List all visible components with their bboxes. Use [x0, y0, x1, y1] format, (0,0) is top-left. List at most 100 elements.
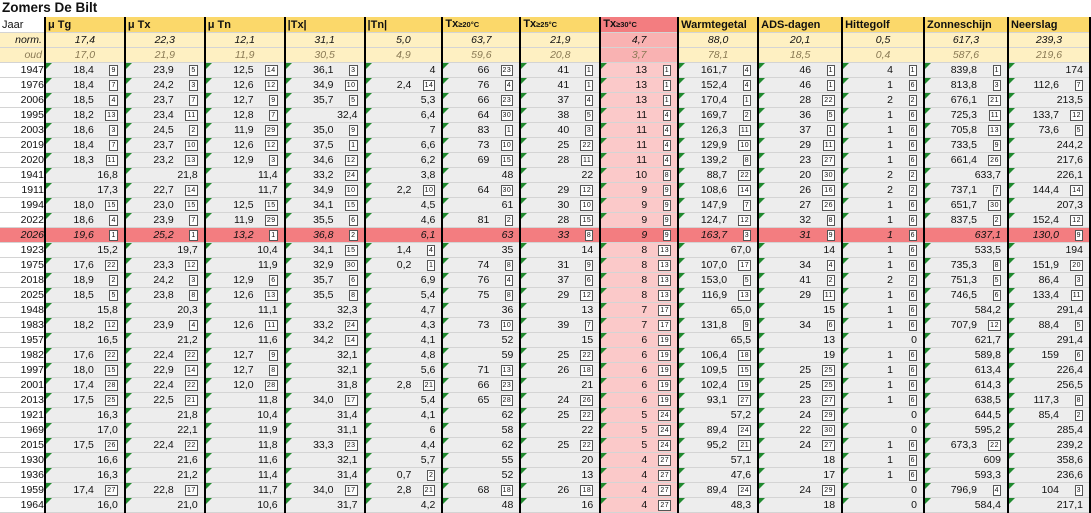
year-cell[interactable]: 1982 [0, 347, 46, 363]
neerslag-cell[interactable]: 239,2 [1007, 437, 1091, 453]
max-tx-cell[interactable]: 35,0 9 [284, 122, 366, 138]
warmtegetal-cell[interactable]: 153,0 5 [678, 272, 760, 288]
hittegolf-cell[interactable]: 22 [842, 167, 925, 183]
warmtegetal-cell[interactable]: 126,3 11 [678, 122, 760, 138]
tx30-cell[interactable]: 6 19 [600, 332, 680, 348]
year-cell[interactable]: 1930 [0, 452, 46, 468]
mean-tn-cell[interactable]: 11,4 [204, 467, 286, 483]
tx20-cell[interactable]: 36 [442, 302, 522, 318]
mean-tg-cell[interactable]: 16,3 [44, 407, 126, 423]
year-cell[interactable]: 2025 [0, 287, 46, 303]
warmtegetal-cell[interactable]: 124,7 12 [678, 212, 760, 228]
hittegolf-cell[interactable]: 16 [842, 317, 925, 333]
hittegolf-cell[interactable]: 0 [842, 407, 925, 423]
ads-dagen-cell[interactable]: 36 5 [758, 107, 844, 123]
tx25-cell[interactable]: 25 22 [520, 347, 602, 363]
ads-dagen-cell[interactable]: 32 8 [758, 212, 844, 228]
max-tx-cell[interactable]: 34,1 15 [284, 197, 366, 213]
mean-tg-cell[interactable]: 17,6 22 [44, 347, 126, 363]
neerslag-cell[interactable]: 226,1 [1007, 167, 1091, 183]
mean-tn-cell[interactable]: 11,9 [204, 422, 286, 438]
tx30-cell[interactable]: 6 19 [600, 362, 680, 378]
max-tx-cell[interactable]: 32,9 30 [284, 257, 366, 273]
header-tx20[interactable]: Tx≥20°C [442, 17, 522, 33]
min-tn-cell[interactable]: 5,3 [364, 92, 444, 108]
min-tn-cell[interactable]: 2,2 10 [364, 182, 444, 198]
mean-tn-cell[interactable]: 12,9 3 [204, 152, 286, 168]
max-tx-cell[interactable]: 34,0 17 [284, 482, 366, 498]
hittegolf-cell[interactable]: 41 [842, 62, 925, 78]
year-cell[interactable]: 2015 [0, 437, 46, 453]
min-tn-cell[interactable]: 5,4 [364, 392, 444, 408]
min-tn-cell[interactable]: 4,7 [364, 302, 444, 318]
tx30-cell[interactable]: 4 27 [600, 482, 680, 498]
tx20-cell[interactable]: 61 [442, 197, 522, 213]
tx30-cell[interactable]: 8 13 [600, 257, 680, 273]
tx20-cell[interactable]: 83 1 [442, 122, 522, 138]
mean-tg-cell[interactable]: 17,4 27 [44, 482, 126, 498]
neerslag-cell[interactable]: 159 6 [1007, 347, 1091, 363]
max-tx-cell[interactable]: 35,7 5 [284, 92, 366, 108]
mean-tn-cell[interactable]: 11,9 29 [204, 122, 286, 138]
tx25-cell[interactable]: 22 [520, 167, 602, 183]
tx20-cell[interactable]: 63,7 [442, 32, 522, 48]
min-tn-cell[interactable]: 1,4 4 [364, 242, 444, 258]
max-tx-cell[interactable]: 33,2 24 [284, 317, 366, 333]
tx25-cell[interactable]: 28 15 [520, 212, 602, 228]
mean-tx-cell[interactable]: 21,2 [124, 332, 206, 348]
neerslag-cell[interactable]: 133,7 12 [1007, 107, 1091, 123]
min-tn-cell[interactable]: 4,2 [364, 497, 444, 513]
year-cell[interactable]: 1948 [0, 302, 46, 318]
mean-tx-cell[interactable]: 22,1 [124, 422, 206, 438]
neerslag-cell[interactable]: 291,4 [1007, 332, 1091, 348]
year-cell[interactable]: 2018 [0, 272, 46, 288]
tx30-cell[interactable]: 13 1 [600, 77, 680, 93]
year-cell[interactable]: 1995 [0, 107, 46, 123]
hittegolf-cell[interactable]: 0 [842, 422, 925, 438]
tx25-cell[interactable]: 28 11 [520, 152, 602, 168]
mean-tx-cell[interactable]: 23,7 10 [124, 137, 206, 153]
max-tx-cell[interactable]: 30,5 [284, 47, 366, 63]
hittegolf-cell[interactable]: 16 [842, 302, 925, 318]
mean-tn-cell[interactable]: 10,6 [204, 497, 286, 513]
tx25-cell[interactable]: 37 6 [520, 272, 602, 288]
mean-tg-cell[interactable]: 18,4 9 [44, 62, 126, 78]
tx30-cell[interactable]: 5 24 [600, 422, 680, 438]
tx30-cell[interactable]: 13 1 [600, 62, 680, 78]
tx25-cell[interactable]: 41 1 [520, 77, 602, 93]
mean-tg-cell[interactable]: 16,6 [44, 452, 126, 468]
zonneschijn-cell[interactable]: 705,8 13 [924, 122, 1009, 138]
tx25-cell[interactable]: 26 18 [520, 362, 602, 378]
warmtegetal-cell[interactable]: 170,4 1 [678, 92, 760, 108]
mean-tn-cell[interactable]: 11,9 [204, 257, 286, 273]
mean-tx-cell[interactable]: 21,2 [124, 467, 206, 483]
mean-tn-cell[interactable]: 11,8 [204, 392, 286, 408]
min-tn-cell[interactable]: 4,9 [364, 47, 444, 63]
mean-tn-cell[interactable]: 12,1 [204, 32, 286, 48]
neerslag-cell[interactable]: 130,0 9 [1007, 227, 1091, 243]
year-cell[interactable]: 1936 [0, 467, 46, 483]
neerslag-cell[interactable]: 207,3 [1007, 197, 1091, 213]
mean-tg-cell[interactable]: 17,0 [44, 422, 126, 438]
tx20-cell[interactable]: 52 [442, 467, 522, 483]
min-tn-cell[interactable]: 4,8 [364, 347, 444, 363]
warmtegetal-cell[interactable]: 161,7 4 [678, 62, 760, 78]
mean-tx-cell[interactable]: 21,0 [124, 497, 206, 513]
tx20-cell[interactable]: 65 28 [442, 392, 522, 408]
mean-tn-cell[interactable]: 12,6 11 [204, 317, 286, 333]
min-tn-cell[interactable]: 3,8 [364, 167, 444, 183]
tx30-cell[interactable]: 6 19 [600, 392, 680, 408]
tx25-cell[interactable]: 24 26 [520, 392, 602, 408]
mean-tx-cell[interactable]: 22,9 14 [124, 362, 206, 378]
max-tx-cell[interactable]: 32,3 [284, 302, 366, 318]
mean-tn-cell[interactable]: 12,6 12 [204, 77, 286, 93]
zonneschijn-cell[interactable]: 796,9 4 [924, 482, 1009, 498]
tx25-cell[interactable]: 41 1 [520, 62, 602, 78]
ads-dagen-cell[interactable]: 29 11 [758, 137, 844, 153]
min-tn-cell[interactable]: 4 [364, 62, 444, 78]
neerslag-cell[interactable]: 217,6 [1007, 152, 1091, 168]
tx20-cell[interactable]: 64 30 [442, 107, 522, 123]
hittegolf-cell[interactable]: 16 [842, 377, 925, 393]
mean-tx-cell[interactable]: 21,9 [124, 47, 206, 63]
tx30-cell[interactable]: 99 [600, 182, 680, 198]
